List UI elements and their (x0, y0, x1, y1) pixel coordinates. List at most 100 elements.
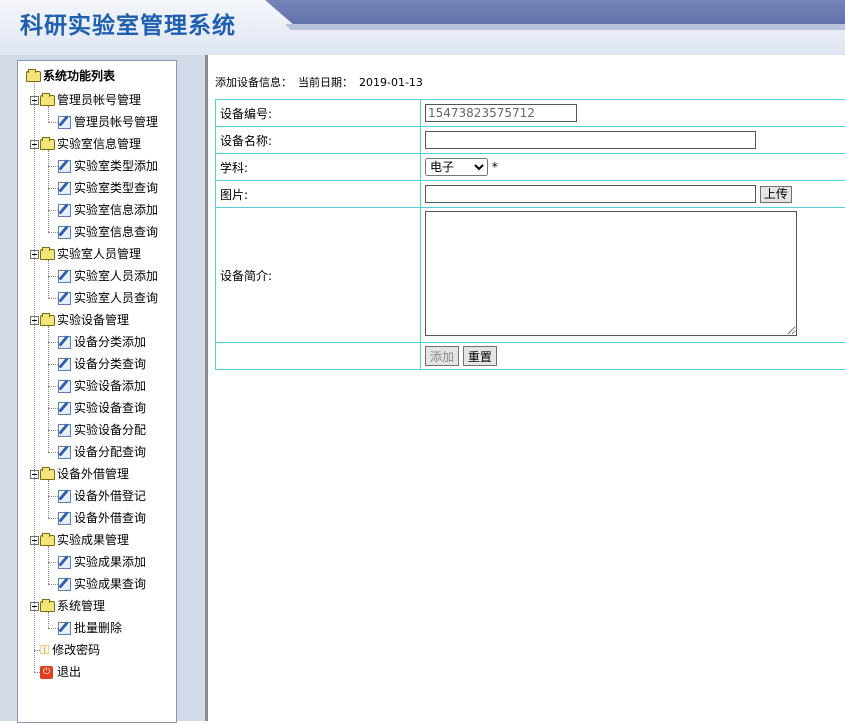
sidebar-group[interactable]: 系统管理 (30, 596, 105, 616)
sidebar-group-label: 实验室人员管理 (57, 244, 141, 264)
edit-document-icon (58, 292, 71, 305)
edit-document-icon (58, 204, 71, 217)
image-label: 图片: (216, 181, 421, 208)
app-title: 科研实验室管理系统 (20, 6, 236, 40)
sidebar-group-label: 实验室信息管理 (57, 134, 141, 154)
description-textarea[interactable] (425, 211, 797, 336)
device-id-label: 设备编号: (216, 100, 421, 127)
subject-label: 学科: (216, 154, 421, 181)
sidebar-group[interactable]: 实验设备管理 (30, 310, 129, 330)
edit-document-icon (58, 512, 71, 525)
tree-line (48, 386, 58, 387)
edit-document-icon (58, 446, 71, 459)
sidebar-group[interactable]: 实验成果管理 (30, 530, 129, 550)
upload-button[interactable]: 上传 (760, 186, 792, 203)
sidebar-item[interactable]: 实验成果查询 (58, 574, 146, 594)
form-row: 设备名称: (216, 127, 845, 154)
device-name-input[interactable] (425, 131, 756, 149)
info-label: 添加设备信息： (215, 76, 292, 89)
sidebar-item[interactable]: 设备分配查询 (58, 442, 146, 462)
date-label: 当前日期： (298, 76, 353, 89)
subject-cell: 电子 * (421, 154, 845, 181)
tree-line (34, 672, 40, 673)
form-row: 设备编号: (216, 100, 845, 127)
sidebar-root-label: 系统功能列表 (43, 66, 115, 86)
sidebar-item[interactable]: 设备分类查询 (58, 354, 146, 374)
tree-line (48, 210, 58, 211)
sidebar-item[interactable]: 设备分类添加 (58, 332, 146, 352)
device-form: 设备编号: 设备名称: 学科: 电子 * 图片: 上传 (215, 99, 845, 370)
sidebar-item[interactable]: 实验室信息查询 (58, 222, 158, 242)
folder-icon (40, 535, 55, 546)
edit-document-icon (58, 226, 71, 239)
form-row: 图片: 上传 (216, 181, 845, 208)
tree-line (48, 364, 58, 365)
sidebar-group-label: 实验设备管理 (57, 310, 129, 330)
sidebar-group[interactable]: 实验室信息管理 (30, 134, 141, 154)
sidebar-item-label: 实验室人员查询 (74, 288, 158, 308)
sidebar-item[interactable]: 实验室人员添加 (58, 266, 158, 286)
sidebar-item[interactable]: 实验室类型添加 (58, 156, 158, 176)
buttons-cell: 添加 重置 (421, 343, 845, 370)
sidebar-item[interactable]: 实验设备添加 (58, 376, 146, 396)
edit-document-icon (58, 270, 71, 283)
form-row: 学科: 电子 * (216, 154, 845, 181)
date-value: 2019-01-13 (359, 76, 423, 89)
reset-button[interactable]: 重置 (463, 346, 497, 366)
tree-line (48, 188, 58, 189)
sidebar-item-label: 设备分配查询 (74, 442, 146, 462)
sidebar-item-label: 设备外借查询 (74, 508, 146, 528)
edit-document-icon (58, 578, 71, 591)
image-path-input[interactable] (425, 185, 756, 203)
image-cell: 上传 (421, 181, 845, 208)
sidebar-tree: 系统功能列表管理员帐号管理管理员帐号管理实验室信息管理实验室类型添加实验室类型查… (17, 60, 177, 723)
tree-line (48, 166, 58, 167)
edit-document-icon (58, 336, 71, 349)
sidebar-root: 系统功能列表 (26, 66, 115, 86)
tree-line (48, 150, 49, 232)
sidebar-group[interactable]: 设备外借管理 (30, 464, 129, 484)
sidebar-item[interactable]: 实验室人员查询 (58, 288, 158, 308)
sidebar-group[interactable]: 实验室人员管理 (30, 244, 141, 264)
folder-icon (40, 469, 55, 480)
description-cell (421, 208, 845, 343)
logout-label: 退出 (57, 662, 81, 682)
sidebar-item[interactable]: 实验设备分配 (58, 420, 146, 440)
add-button[interactable]: 添加 (425, 346, 459, 366)
sidebar-item-label: 设备分类查询 (74, 354, 146, 374)
tree-line (34, 83, 35, 672)
tree-line (48, 232, 58, 233)
device-id-input[interactable] (425, 104, 577, 122)
sidebar-item[interactable]: 管理员帐号管理 (58, 112, 158, 132)
sidebar-item-label: 批量删除 (74, 618, 122, 638)
subject-select[interactable]: 电子 (425, 158, 488, 176)
sidebar-group-label: 设备外借管理 (57, 464, 129, 484)
sidebar-item-change-password[interactable]: ⚿修改密码 (40, 640, 100, 660)
edit-document-icon (58, 182, 71, 195)
header-stripe-accent (285, 24, 845, 30)
sidebar-item[interactable]: 批量删除 (58, 618, 122, 638)
tree-line (34, 650, 40, 651)
sidebar-item-label: 实验室类型查询 (74, 178, 158, 198)
buttons-label-cell (216, 343, 421, 370)
tree-line (48, 408, 58, 409)
sidebar-group-label: 实验成果管理 (57, 530, 129, 550)
tree-line (48, 430, 58, 431)
tree-line (48, 260, 49, 298)
sidebar-item[interactable]: 实验成果添加 (58, 552, 146, 572)
sidebar-group[interactable]: 管理员帐号管理 (30, 90, 141, 110)
change-password-label: 修改密码 (52, 640, 100, 660)
sidebar-item[interactable]: 实验室类型查询 (58, 178, 158, 198)
sidebar-item-label: 实验成果查询 (74, 574, 146, 594)
device-name-label: 设备名称: (216, 127, 421, 154)
info-line: 添加设备信息： 当前日期： 2019-01-13 (215, 74, 429, 90)
sidebar-item[interactable]: 设备外借查询 (58, 508, 146, 528)
sidebar-item[interactable]: 实验室信息添加 (58, 200, 158, 220)
sidebar-item-label: 实验室信息查询 (74, 222, 158, 242)
edit-document-icon (58, 402, 71, 415)
sidebar-item-logout[interactable]: ⏻退出 (40, 662, 81, 682)
sidebar-item[interactable]: 实验设备查询 (58, 398, 146, 418)
sidebar-item[interactable]: 设备外借登记 (58, 486, 146, 506)
edit-document-icon (58, 160, 71, 173)
edit-document-icon (58, 358, 71, 371)
